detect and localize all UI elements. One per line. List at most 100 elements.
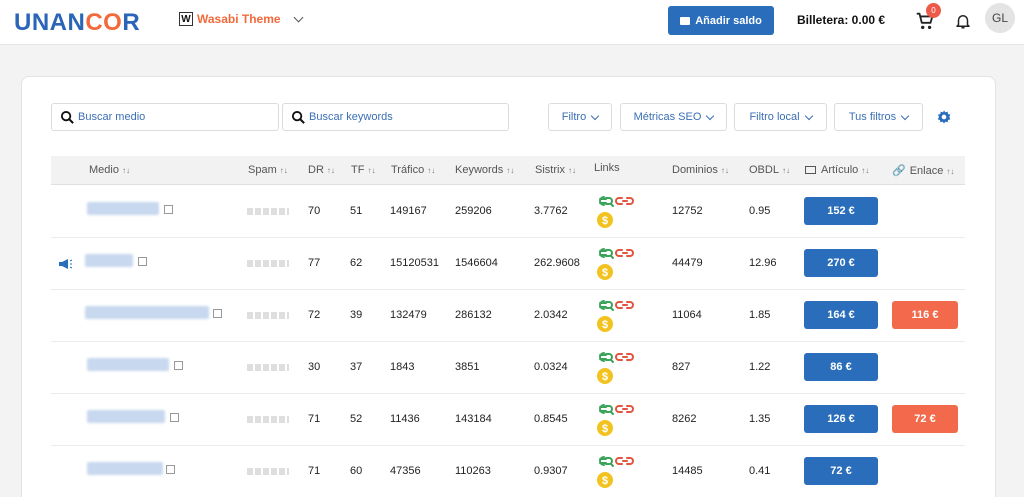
external-link-icon[interactable] [174,361,183,370]
cell-dr: 71 [308,413,321,425]
article-price-button[interactable]: 270 € [804,249,878,277]
col-dr[interactable]: DR ↑↓ [308,164,335,176]
svg-text:$: $ [602,475,608,487]
medio-name-redacted[interactable] [87,202,159,215]
cell-dr: 71 [308,465,321,477]
medio-name-redacted[interactable] [85,306,209,319]
medio-name-redacted[interactable] [87,358,169,371]
cell-sistrix: 0.8545 [534,413,568,425]
cell-sistrix: 0.0324 [534,361,568,373]
medio-name-redacted[interactable] [85,254,133,267]
external-link-icon[interactable] [166,465,175,474]
spam-score-bar [247,364,289,371]
col-enlace[interactable]: 🔗 Enlace ↑↓ [892,164,954,177]
cell-keywords: 110263 [455,465,491,477]
chevron-down-icon [900,111,910,120]
col-links: Links [594,162,620,174]
cell-trafico: 1843 [390,361,415,373]
links-cell: $ [596,454,638,490]
cell-dominios: 827 [672,361,691,373]
spam-score-bar [247,468,289,475]
svg-text:$: $ [602,371,608,383]
spam-score-bar [247,260,289,267]
cell-trafico: 11436 [390,413,420,425]
link-price-button[interactable]: 116 € [892,301,958,329]
external-link-icon[interactable] [164,205,173,214]
search-keywords-input[interactable]: Buscar keywords [282,103,509,131]
external-link-icon[interactable] [213,309,222,318]
col-tf[interactable]: TF ↑↓ [351,164,375,176]
cell-tf: 60 [350,465,363,477]
gear-icon[interactable] [936,109,952,125]
avatar[interactable]: GL [985,3,1015,33]
cell-keywords: 286132 [455,309,492,321]
cell-tf: 37 [350,361,363,373]
local-filter-button[interactable]: Filtro local [734,103,827,131]
link-type-icons: $ [597,196,634,228]
project-icon: W [179,12,193,26]
cell-obdl: 1.22 [749,361,771,373]
add-balance-button[interactable]: Añadir saldo [668,6,774,35]
external-link-icon[interactable] [138,257,147,266]
cell-trafico: 149167 [390,205,427,217]
svg-text:$: $ [602,423,608,435]
seo-metrics-button[interactable]: Métricas SEO [620,103,727,131]
external-link-icon[interactable] [170,413,179,422]
cart-count-badge: 0 [926,3,941,18]
cell-sistrix: 3.7762 [534,205,568,217]
chevron-down-icon [293,12,304,22]
cell-dominios: 14485 [672,465,703,477]
article-price-button[interactable]: 86 € [804,353,878,381]
col-articulo[interactable]: Artículo ↑↓ [805,164,869,176]
link-type-icons: $ [597,404,634,436]
search-icon [60,110,74,124]
cell-dominios: 12752 [672,205,703,217]
svg-text:$: $ [602,267,608,279]
article-price-button[interactable]: 126 € [804,405,878,433]
table-header: Medio ↑↓ Spam ↑↓ DR ↑↓ TF ↑↓ Tráfico ↑↓ Keywo… [51,156,965,185]
chevron-down-icon [590,111,600,120]
table-row: 71 52 11436 143184 0.8545 8262 1.35 $ 126 € 72 … [51,394,965,446]
links-cell: $ [596,298,638,334]
cell-tf: 39 [350,309,363,321]
link-type-icons: $ [597,248,634,280]
col-trafico[interactable]: Tráfico ↑↓ [391,164,435,176]
col-medio[interactable]: Medio ↑↓ [89,164,130,176]
link-type-icons: $ [597,300,634,332]
link-icon: 🔗 [892,165,906,177]
cell-dominios: 8262 [672,413,697,425]
cell-sistrix: 262.9608 [534,257,580,269]
spam-score-bar [247,312,289,319]
cell-sistrix: 2.0342 [534,309,568,321]
chevron-down-icon [706,111,715,120]
links-cell: $ [596,350,638,386]
your-filters-button[interactable]: Tus filtros [834,103,923,131]
article-price-button[interactable]: 164 € [804,301,878,329]
table-row: 72 39 132479 286132 2.0342 11064 1.85 $ 164 € 1… [51,290,965,342]
cell-dr: 30 [308,361,321,373]
megaphone-icon [59,259,72,269]
search-medio-input[interactable]: Buscar medio [51,103,279,131]
article-price-button[interactable]: 72 € [804,457,878,485]
link-price-button[interactable]: 72 € [892,405,958,433]
logo[interactable]: UNANCOR [14,9,140,37]
cell-dr: 70 [308,205,321,217]
cell-sistrix: 0.9307 [534,465,568,477]
bell-icon[interactable] [954,11,972,31]
link-type-icons: $ [597,352,634,384]
col-sistrix[interactable]: Sistrix ↑↓ [535,164,576,176]
top-bar: UNANCOR W Wasabi Theme Añadir saldo Bill… [0,0,1024,45]
col-keywords[interactable]: Keywords ↑↓ [455,164,514,176]
cell-keywords: 143184 [455,413,492,425]
filter-button[interactable]: Filtro [548,103,612,131]
wallet-icon [680,16,691,25]
medio-name-redacted[interactable] [87,410,165,423]
article-price-button[interactable]: 152 € [804,197,878,225]
link-type-icons: $ [597,456,634,488]
medio-name-redacted[interactable] [87,462,163,475]
col-obdl[interactable]: OBDL ↑↓ [749,164,790,176]
col-dominios[interactable]: Dominios ↑↓ [672,164,729,176]
table-row: 77 62 15120531 1546604 262.9608 44479 12.96 $ … [51,238,965,290]
col-spam[interactable]: Spam ↑↓ [248,164,288,176]
project-selector[interactable]: W Wasabi Theme [179,12,304,26]
